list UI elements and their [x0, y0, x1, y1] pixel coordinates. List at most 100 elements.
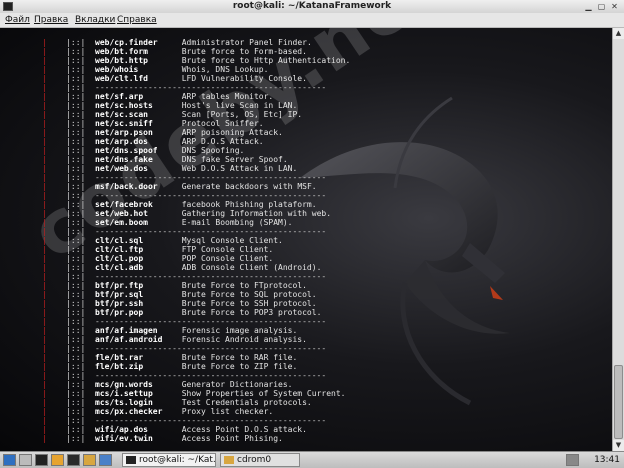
red-border-glyph: | — [42, 326, 67, 335]
row-prefix-glyph: |::| — [66, 308, 95, 317]
row-prefix-glyph: |::| — [66, 335, 95, 344]
browser-icon[interactable] — [99, 454, 112, 466]
module-name: btf/pr.pop — [95, 308, 144, 317]
row-prefix-glyph: |::| — [66, 281, 95, 290]
module-description: Brute Force to POP3 protocol. — [181, 308, 322, 317]
row-prefix-glyph: |::| — [66, 371, 95, 380]
separator-line: | |::| ---------------------------------… — [42, 173, 326, 182]
row-prefix-glyph: |::| — [66, 407, 95, 416]
row-prefix-glyph: |::| — [66, 434, 95, 443]
separator-dashes: ----------------------------------------… — [95, 317, 327, 326]
row-prefix-glyph: |::| — [66, 56, 95, 65]
module-description: Brute force to Http Authentication. — [181, 56, 351, 65]
row-prefix-glyph: |::| — [66, 209, 95, 218]
row-prefix-glyph: |::| — [66, 326, 95, 335]
red-border-glyph: | — [42, 92, 67, 101]
network-icon[interactable] — [566, 454, 579, 466]
command-row: | |::| set/em.boom E-mail Boombing (SPAM… — [42, 218, 292, 227]
module-name: btf/pr.ssh — [95, 299, 144, 308]
row-prefix-glyph: |::| — [66, 416, 95, 425]
command-row: | |::| btf/pr.ssh Brute Force to SSH pro… — [42, 299, 317, 308]
folder-icon[interactable] — [51, 454, 64, 466]
command-row: | |::| mcs/px.checker Proxy list checker… — [42, 407, 273, 416]
row-prefix-glyph: |::| — [66, 200, 95, 209]
shell-icon[interactable] — [67, 454, 80, 466]
command-row: | |::| web/cp.finder Administrator Panel… — [42, 38, 312, 47]
module-description: Brute Force to SQL protocol. — [181, 290, 317, 299]
red-border-glyph: | — [42, 38, 67, 47]
module-description: Forensic Android analysis. — [181, 335, 307, 344]
module-name: net/arp.dos — [95, 137, 148, 146]
separator-line: | |::| ---------------------------------… — [42, 83, 326, 92]
red-border-glyph: | — [42, 65, 67, 74]
window-titlebar[interactable]: root@kali: ~/KatanaFramework ▁ ▢ ✕ — [0, 0, 624, 14]
command-row: | |::| btf/pr.ftp Brute Force to FTproto… — [42, 281, 307, 290]
module-description: Whois, DNS Lookup. — [181, 65, 269, 74]
separator-line: | |::| ---------------------------------… — [42, 416, 326, 425]
command-row: | |::| anf/af.android Forensic Android a… — [42, 335, 307, 344]
row-prefix-glyph: |::| — [66, 65, 95, 74]
red-border-glyph: | — [42, 128, 67, 137]
module-description: ARP tables Monitor. — [181, 92, 274, 101]
module-description: Brute Force to FTprotocol. — [181, 281, 307, 290]
command-row: | |::| mcs/i.settup Show Properties of S… — [42, 389, 345, 398]
menu-file[interactable]: Файл — [5, 13, 30, 27]
module-description: LFD Vulnerability Console. — [181, 74, 307, 83]
row-prefix-glyph: |::| — [66, 236, 95, 245]
row-prefix-glyph: |::| — [66, 74, 95, 83]
red-border-glyph: | — [42, 218, 67, 227]
module-description: Forensic image analysis. — [181, 326, 298, 335]
red-border-glyph: | — [42, 281, 67, 290]
scroll-up-icon[interactable]: ▲ — [613, 28, 624, 39]
module-name: set/facebrok — [95, 200, 153, 209]
red-border-glyph: | — [42, 137, 67, 146]
command-row: | |::| wifi/ev.twin Access Point Phising… — [42, 434, 283, 443]
minimize-icon[interactable]: ▁ — [584, 2, 593, 11]
red-border-glyph: | — [42, 47, 67, 56]
command-row: | |::| net/arp.pson ARP poisoning Attack… — [42, 128, 283, 137]
menu-bar: Файл Правка Вкладки Справка — [0, 13, 624, 28]
task-terminal[interactable]: root@kali: ~/Kat... — [122, 453, 216, 467]
terminal-launcher-icon[interactable] — [35, 454, 48, 466]
module-description: Gathering Information with web. — [181, 209, 332, 218]
red-border-glyph: | — [42, 299, 67, 308]
module-name: net/dns.spoof — [95, 146, 158, 155]
red-border-glyph: | — [42, 56, 67, 65]
module-name: mcs/i.settup — [95, 389, 153, 398]
menu-help[interactable]: Справка — [117, 13, 157, 27]
red-border-glyph: | — [42, 380, 67, 389]
row-prefix-glyph: |::| — [66, 218, 95, 227]
module-name: web/clt.lfd — [95, 74, 148, 83]
row-prefix-glyph: |::| — [66, 254, 95, 263]
menu-tabs[interactable]: Вкладки — [75, 13, 115, 27]
command-row: | |::| web/clt.lfd LFD Vulnerability Con… — [42, 74, 307, 83]
row-prefix-glyph: |::| — [66, 128, 95, 137]
red-border-glyph: | — [42, 317, 67, 326]
folder2-icon[interactable] — [83, 454, 96, 466]
row-prefix-glyph: |::| — [66, 263, 95, 272]
task-cdrom[interactable]: cdrom0 — [220, 453, 300, 467]
menu-edit[interactable]: Правка — [34, 13, 68, 27]
command-row: | |::| web/bt.form Brute force to Form-b… — [42, 47, 307, 56]
scroll-down-icon[interactable]: ▼ — [613, 440, 624, 451]
files-icon[interactable] — [19, 454, 32, 466]
red-border-glyph: | — [42, 398, 67, 407]
row-prefix-glyph: |::| — [66, 272, 95, 281]
command-row: | |::| net/dns.fake DNS fake Server Spoo… — [42, 155, 288, 164]
scrollbar-thumb[interactable] — [614, 365, 623, 439]
module-name: clt/cl.ftp — [95, 245, 144, 254]
row-prefix-glyph: |::| — [66, 146, 95, 155]
kali-menu-icon[interactable] — [3, 454, 16, 466]
terminal-scrollbar[interactable]: ▲ ▼ — [612, 28, 624, 451]
module-name: clt/cl.adb — [95, 263, 144, 272]
command-row: | |::| net/arp.dos ARP D.O.S Attack. — [42, 137, 264, 146]
module-name: btf/pr.ftp — [95, 281, 144, 290]
module-name: net/web.dos — [95, 164, 148, 173]
module-description: Show Properties of System Current. — [181, 389, 346, 398]
red-border-glyph: | — [42, 416, 67, 425]
terminal-area[interactable]: codeby.net | |::| web/cp.finder Administ… — [0, 28, 612, 451]
close-icon[interactable]: ✕ — [610, 2, 619, 11]
module-name: mcs/gn.words — [95, 380, 153, 389]
maximize-icon[interactable]: ▢ — [597, 2, 606, 11]
red-border-glyph: | — [42, 362, 67, 371]
